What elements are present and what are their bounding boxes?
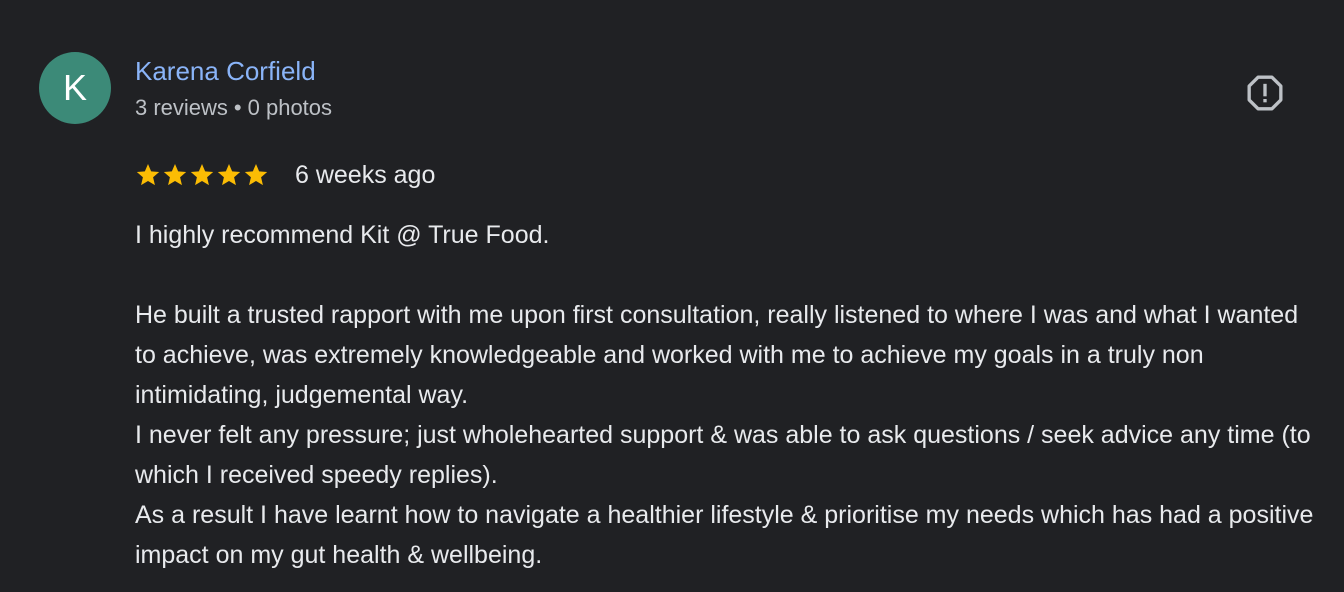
- avatar[interactable]: K: [39, 52, 111, 124]
- reviewer-meta: 3 reviews • 0 photos: [135, 95, 332, 121]
- meta-separator: •: [233, 95, 242, 120]
- rating-row: 6 weeks ago: [135, 158, 435, 192]
- report-flag-icon: [1247, 75, 1283, 111]
- star-icon: [163, 163, 187, 186]
- report-review-button[interactable]: [1243, 71, 1287, 115]
- review-paragraph: As a result I have learnt how to navigat…: [135, 501, 1314, 569]
- reviews-count: 3 reviews: [135, 95, 228, 120]
- star-icon: [136, 163, 160, 186]
- star-icon: [217, 163, 241, 186]
- reviewer-name-link[interactable]: Karena Corfield: [135, 56, 316, 87]
- star-rating: [135, 162, 269, 188]
- review-paragraph: He built a trusted rapport with me upon …: [135, 301, 1299, 409]
- review-text: I highly recommend Kit @ True Food. He bu…: [135, 215, 1315, 575]
- review-blank-line: [135, 255, 1315, 295]
- avatar-initial: K: [62, 67, 87, 108]
- review-time: 6 weeks ago: [295, 160, 436, 189]
- star-icon: [244, 163, 268, 186]
- photos-count: 0 photos: [247, 95, 333, 120]
- review-paragraph: I highly recommend Kit @ True Food.: [135, 221, 550, 249]
- review-card: K Karena Corfield 3 reviews • 0 photos 6 w…: [0, 0, 1344, 592]
- review-paragraph: I never felt any pressure; just wholehea…: [135, 421, 1311, 489]
- star-icon: [190, 163, 214, 186]
